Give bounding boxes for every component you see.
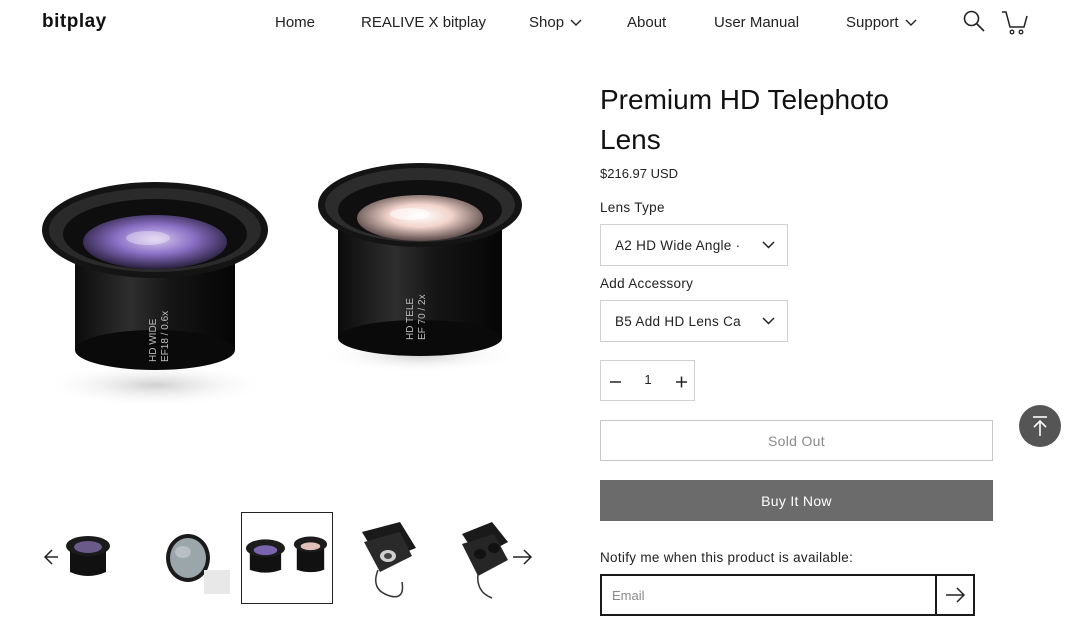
buy-it-now-button[interactable]: Buy It Now: [600, 480, 993, 521]
nav-user-manual-label: User Manual: [714, 14, 800, 31]
nav-support[interactable]: Support: [846, 14, 917, 31]
thumbnail-2[interactable]: [148, 512, 240, 604]
lens-type-select[interactable]: A2 HD Wide Angle ·: [600, 224, 788, 266]
wide-lens-label-1: HD WIDE: [148, 318, 159, 362]
lens-type-label: Lens Type: [600, 200, 665, 215]
nav-shop-label: Shop: [529, 14, 565, 31]
arrow-right-icon: [946, 587, 966, 603]
arrow-up-icon: [1033, 416, 1047, 436]
tele-lens-label-1: HD TELE: [405, 298, 416, 340]
accessory-value: B5 Add HD Lens Ca: [615, 313, 741, 329]
nav-home[interactable]: Home: [275, 14, 315, 31]
lens-type-value: A2 HD Wide Angle ·: [615, 237, 741, 253]
nav-shop[interactable]: Shop: [529, 14, 582, 31]
nav-about-label: About: [627, 14, 667, 31]
thumbnail-3[interactable]: [241, 512, 333, 604]
chevron-down-icon: [762, 317, 775, 325]
cart-icon[interactable]: [1001, 10, 1029, 36]
notify-label: Notify me when this product is available…: [600, 550, 854, 565]
nav-about[interactable]: About: [627, 14, 666, 31]
notify-submit-button[interactable]: [935, 576, 973, 614]
quantity-stepper: 1: [600, 360, 695, 401]
email-input[interactable]: [602, 576, 935, 614]
nav-realive-label: REALIVE X bitplay: [361, 14, 487, 31]
search-icon[interactable]: [962, 9, 986, 33]
brand-logo[interactable]: bitplay: [42, 11, 107, 33]
tele-lens-label-2: EF 70 / 2x: [417, 294, 428, 340]
wide-lens-label-2: EF18 / 0.6x: [160, 311, 171, 362]
accessory-select[interactable]: B5 Add HD Lens Ca: [600, 300, 788, 342]
nav-user-manual[interactable]: User Manual: [714, 14, 799, 31]
product-title: Premium HD Telephoto Lens: [600, 84, 889, 155]
chevron-down-icon: [905, 19, 917, 26]
product-price: $216.97 USD: [600, 166, 679, 181]
quantity-value[interactable]: 1: [639, 372, 657, 387]
minus-icon[interactable]: [605, 371, 625, 391]
chevron-down-icon: [570, 19, 582, 26]
plus-icon[interactable]: [671, 371, 691, 391]
arrow-right-icon[interactable]: [510, 545, 534, 569]
notify-form: [600, 574, 975, 616]
main-product-image: HD WIDE EF18 / 0.6x HD TELE EF 70 / 2x: [40, 163, 522, 407]
thumbnail-1[interactable]: [58, 512, 150, 604]
back-to-top-button[interactable]: [1019, 405, 1061, 447]
sold-out-button[interactable]: Sold Out: [600, 420, 993, 461]
chevron-down-icon: [762, 241, 775, 249]
nav-realive[interactable]: REALIVE X bitplay: [361, 14, 486, 31]
nav-support-label: Support: [846, 14, 899, 31]
thumbnail-4[interactable]: [350, 512, 442, 604]
accessory-label: Add Accessory: [600, 276, 694, 291]
nav-home-label: Home: [275, 14, 316, 31]
